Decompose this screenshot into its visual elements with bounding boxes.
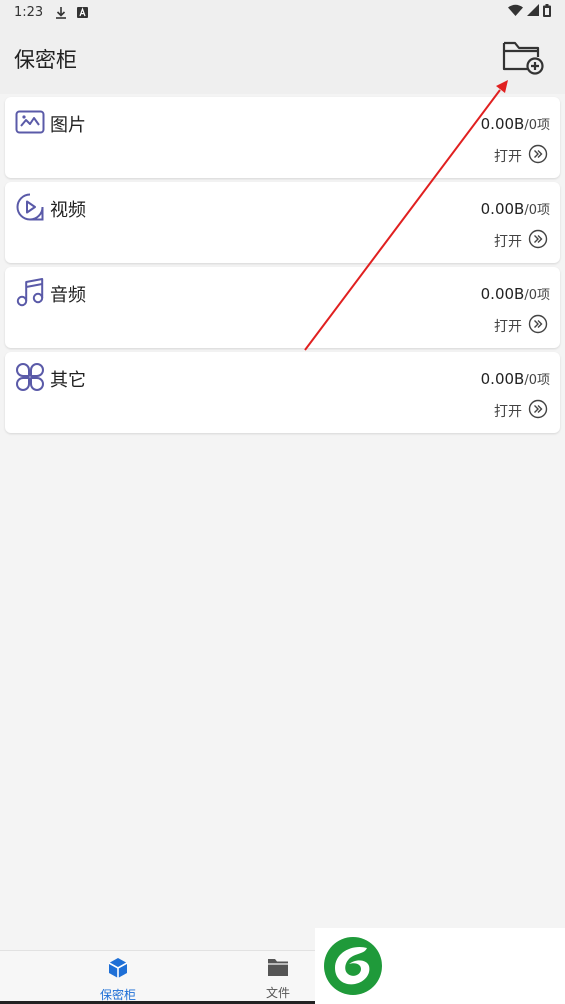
add-folder-button[interactable]: [501, 38, 545, 78]
other-icon: [15, 362, 45, 392]
size-value: 0.00B: [480, 200, 525, 218]
open-label: 打开: [494, 149, 522, 165]
add-folder-icon: [501, 37, 545, 79]
size-value: 0.00B: [480, 285, 525, 303]
category-card-audio[interactable]: 音频 0.00B/0项 打开: [5, 267, 560, 348]
nav-item-files[interactable]: 文件: [266, 957, 290, 1001]
image-icon: [15, 107, 45, 137]
leaf-logo-icon: [323, 936, 383, 1000]
item-count: /0项: [524, 118, 550, 133]
category-card-videos[interactable]: 视频 0.00B/0项 打开: [5, 182, 560, 263]
category-card-other[interactable]: 其它 0.00B/0项 打开: [5, 352, 560, 433]
page-title: 保密柜: [14, 48, 77, 72]
category-name: 视频: [50, 200, 86, 221]
folder-icon: [267, 957, 289, 981]
category-name: 音频: [50, 285, 86, 306]
open-label: 打开: [494, 404, 522, 420]
open-button[interactable]: 打开: [494, 144, 548, 168]
category-size: 0.00B/0项: [481, 284, 550, 303]
video-icon: [15, 192, 45, 222]
open-button[interactable]: 打开: [494, 399, 548, 423]
nav-label: 文件: [266, 986, 291, 1000]
a-icon: [77, 6, 89, 18]
category-name: 图片: [50, 115, 86, 136]
category-name: 其它: [50, 370, 86, 391]
vault-icon: [107, 957, 129, 983]
category-list: 图片 0.00B/0项 打开 视频 0.00B/0项 打开 音频 0.00B/0…: [5, 97, 560, 437]
open-button[interactable]: 打开: [494, 314, 548, 338]
battery-icon: [543, 3, 551, 21]
open-button[interactable]: 打开: [494, 229, 548, 253]
open-label: 打开: [494, 319, 522, 335]
category-size: 0.00B/0项: [481, 369, 550, 388]
item-count: /0项: [524, 288, 550, 303]
nav-item-vault[interactable]: 保密柜: [100, 957, 136, 1003]
category-size: 0.00B/0项: [481, 114, 550, 133]
download-icon: [55, 6, 67, 19]
chevrons-right-circle-icon: [528, 399, 548, 423]
watermark-area: [315, 928, 565, 1004]
open-label: 打开: [494, 234, 522, 250]
status-bar: 1:23: [0, 0, 565, 24]
category-size: 0.00B/0项: [481, 199, 550, 218]
signal-icon: [527, 4, 539, 20]
chevrons-right-circle-icon: [528, 314, 548, 338]
app-bar: 保密柜: [0, 24, 565, 94]
music-icon: [15, 277, 45, 307]
status-time: 1:23: [14, 4, 44, 20]
item-count: /0项: [524, 203, 550, 218]
bottom-nav: 保密柜 文件: [0, 950, 315, 1004]
wifi-icon: [508, 4, 523, 20]
size-value: 0.00B: [480, 115, 525, 133]
chevrons-right-circle-icon: [528, 229, 548, 253]
category-card-images[interactable]: 图片 0.00B/0项 打开: [5, 97, 560, 178]
size-value: 0.00B: [480, 370, 525, 388]
item-count: /0项: [524, 373, 550, 388]
chevrons-right-circle-icon: [528, 144, 548, 168]
